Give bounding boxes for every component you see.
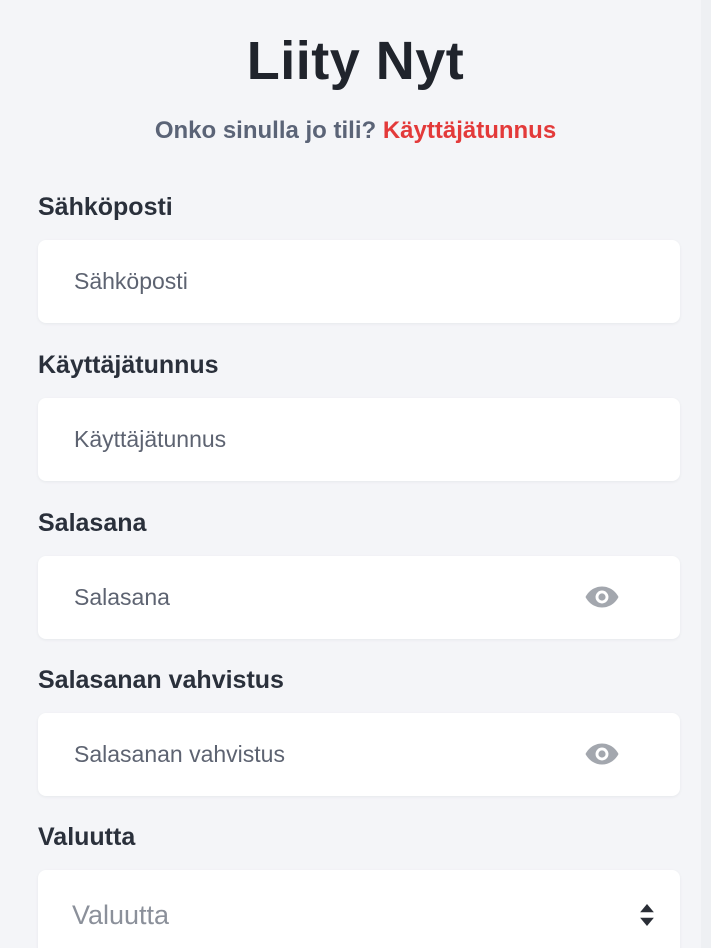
password-label: Salasana <box>38 509 147 537</box>
username-field-container <box>38 398 680 481</box>
currency-label: Valuutta <box>38 823 136 851</box>
login-link[interactable]: Käyttäjätunnus <box>383 117 556 144</box>
up-down-chevron-icon <box>640 904 654 926</box>
password-confirm-label: Salasanan vahvistus <box>38 666 284 694</box>
currency-select[interactable]: Valuutta <box>38 870 680 948</box>
eye-icon[interactable] <box>584 741 620 767</box>
email-label: Sähköposti <box>38 193 173 221</box>
eye-icon[interactable] <box>584 584 620 610</box>
email-field-container <box>38 240 680 323</box>
username-field[interactable] <box>38 398 680 481</box>
username-label: Käyttäjätunnus <box>38 351 219 379</box>
password-confirm-field-container <box>38 713 680 796</box>
signup-page: Liity Nyt Onko sinulla jo tili? Käyttäjä… <box>0 0 711 948</box>
page-title: Liity Nyt <box>246 31 465 91</box>
login-prompt-text: Onko sinulla jo tili? <box>154 117 377 144</box>
password-field-container <box>38 556 680 639</box>
currency-select-placeholder: Valuutta <box>72 900 170 930</box>
login-prompt: Onko sinulla jo tili? Käyttäjätunnus <box>0 117 711 145</box>
email-field[interactable] <box>38 240 680 323</box>
